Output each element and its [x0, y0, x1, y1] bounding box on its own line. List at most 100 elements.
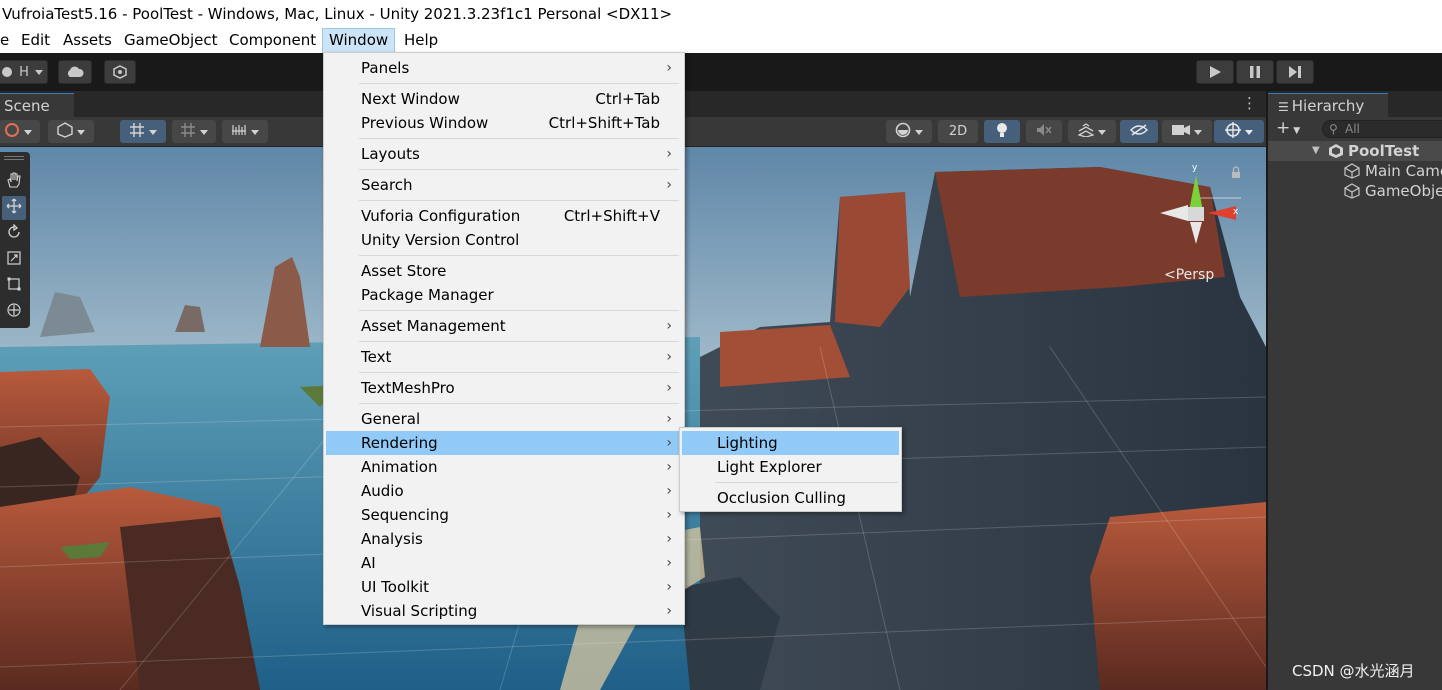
menu-window[interactable]: Window [322, 28, 396, 53]
scale-tool-button[interactable] [2, 248, 26, 272]
menu-file[interactable]: e [0, 28, 15, 53]
tree-row-item[interactable]: GameObjec [1268, 181, 1442, 201]
gizmo-neg-y-axis[interactable] [1190, 222, 1202, 244]
ruler-icon [231, 122, 247, 142]
toggle-2d-button[interactable]: 2D [938, 120, 978, 143]
menu-item-asset-management[interactable]: Asset Management › [326, 314, 682, 338]
menu-item-asset-store[interactable]: Asset Store [326, 259, 682, 283]
menu-gameobject[interactable]: GameObject [118, 28, 224, 53]
menu-item-animation[interactable]: Animation › [326, 455, 682, 479]
effects-dropdown[interactable] [1068, 120, 1116, 143]
menu-item-ui-toolkit[interactable]: UI Toolkit › [326, 575, 682, 599]
cloud-button[interactable] [58, 60, 92, 84]
shading-dropdown[interactable] [48, 120, 94, 143]
menu-item-label: Animation [361, 458, 438, 476]
palette-grip[interactable] [4, 156, 24, 160]
menu-item-panels[interactable]: Panels › [326, 56, 682, 80]
gizmo-x-axis[interactable] [1208, 206, 1236, 220]
draw-mode-dropdown[interactable] [0, 120, 40, 143]
chevron-right-icon: › [666, 349, 672, 365]
projection-label[interactable]: <Persp [1164, 267, 1214, 283]
chevron-right-icon: › [666, 603, 672, 619]
hierarchy-search-input[interactable]: ⚲ All [1322, 120, 1442, 138]
audio-toggle[interactable] [1026, 120, 1062, 143]
play-button[interactable] [1196, 60, 1234, 84]
menu-help[interactable]: Help [398, 28, 444, 53]
menu-item-general[interactable]: General › [326, 407, 682, 431]
menu-item-layouts[interactable]: Layouts › [326, 142, 682, 166]
chevron-down-icon [77, 124, 85, 139]
rotate-tool-button[interactable] [2, 222, 26, 246]
hidden-icon [1130, 123, 1148, 140]
chevron-down-icon: ▼ [1312, 145, 1320, 156]
effects-icon [1077, 122, 1095, 141]
menu-item-unity-version-control[interactable]: Unity Version Control [326, 228, 682, 252]
gameobject-icon [1344, 183, 1360, 204]
gizmo-x-label: x [1233, 207, 1239, 217]
hidden-objects-toggle[interactable] [1120, 120, 1158, 143]
render-mode-dropdown[interactable] [886, 120, 932, 143]
chevron-right-icon: › [666, 411, 672, 427]
rect-tool-icon [6, 276, 22, 296]
menu-item-label: Text [361, 348, 392, 366]
toggle-2d-label: 2D [948, 124, 968, 139]
window-title: VufroiaTest5.16 - PoolTest - Windows, Ma… [2, 5, 673, 23]
menu-item-label: Next Window [361, 90, 460, 108]
orientation-gizmo[interactable]: y x [1150, 160, 1250, 260]
menu-item-text[interactable]: Text › [326, 345, 682, 369]
tree-row-item[interactable]: Main Came [1268, 161, 1442, 181]
snap-increment-dropdown[interactable] [172, 120, 216, 143]
menu-item-sequencing[interactable]: Sequencing › [326, 503, 682, 527]
hand-tool-button[interactable] [2, 170, 26, 194]
menu-item-search[interactable]: Search › [326, 173, 682, 197]
menu-item-analysis[interactable]: Analysis › [326, 527, 682, 551]
submenu-item-occlusion-culling[interactable]: Occlusion Culling [682, 486, 899, 510]
rotate-tool-icon [6, 223, 22, 244]
menu-item-next-window[interactable]: Next Window Ctrl+Tab [326, 87, 682, 111]
menu-item-visual-scripting[interactable]: Visual Scripting › [326, 599, 682, 623]
menu-item-audio[interactable]: Audio › [326, 479, 682, 503]
chevron-down-icon [1098, 124, 1106, 139]
rect-tool-button[interactable] [2, 274, 26, 298]
camera-dropdown[interactable] [1162, 120, 1212, 143]
tab-hierarchy[interactable]: ☰ Hierarchy [1268, 93, 1388, 117]
increment-snap-dropdown[interactable] [222, 120, 268, 143]
tree-row-scene[interactable]: ▼ PoolTest [1268, 141, 1442, 161]
menu-item-label: Asset Management [361, 317, 506, 335]
menu-item-textmeshpro[interactable]: TextMeshPro › [326, 376, 682, 400]
gizmos-dropdown[interactable] [1214, 120, 1264, 143]
menu-item-ai[interactable]: AI › [326, 551, 682, 575]
services-button[interactable] [104, 60, 136, 84]
kebab-icon[interactable]: ⋮ [1242, 94, 1257, 112]
cloud-icon [66, 66, 84, 78]
submenu-item-lighting[interactable]: Lighting [682, 431, 899, 455]
add-object-button[interactable]: + ▼ [1276, 119, 1300, 140]
menu-item-previous-window[interactable]: Previous Window Ctrl+Shift+Tab [326, 111, 682, 135]
transform-tool-button[interactable] [2, 300, 26, 324]
move-tool-button[interactable] [2, 196, 26, 220]
submenu-item-light-explorer[interactable]: Light Explorer [682, 455, 899, 479]
pause-button[interactable] [1236, 60, 1274, 84]
chevron-right-icon: › [666, 177, 672, 193]
tab-scene[interactable]: Scene [0, 93, 74, 117]
menu-item-label: Rendering [361, 434, 438, 452]
account-dropdown[interactable]: H [0, 60, 48, 84]
lighting-toggle[interactable] [984, 120, 1020, 143]
menu-item-vuforia-configuration[interactable]: Vuforia Configuration Ctrl+Shift+V [326, 204, 682, 228]
menu-item-rendering[interactable]: Rendering › [326, 431, 682, 455]
transform-tool-icon [6, 302, 22, 322]
menu-item-package-manager[interactable]: Package Manager [326, 283, 682, 307]
menu-item-label: Search [361, 176, 413, 194]
grid-snap-dropdown[interactable] [120, 120, 166, 143]
menu-item-label: Audio [361, 482, 404, 500]
search-placeholder: All [1345, 122, 1360, 136]
lock-icon[interactable] [1232, 166, 1240, 178]
step-button[interactable] [1276, 60, 1314, 84]
menu-component[interactable]: Component [223, 28, 322, 53]
menu-assets[interactable]: Assets [57, 28, 118, 53]
move-tool-icon [6, 198, 22, 218]
menu-item-label: General [361, 410, 421, 428]
gizmo-center[interactable] [1188, 207, 1204, 221]
gizmo-neg-x-axis[interactable] [1160, 205, 1188, 221]
menu-edit[interactable]: Edit [15, 28, 56, 53]
